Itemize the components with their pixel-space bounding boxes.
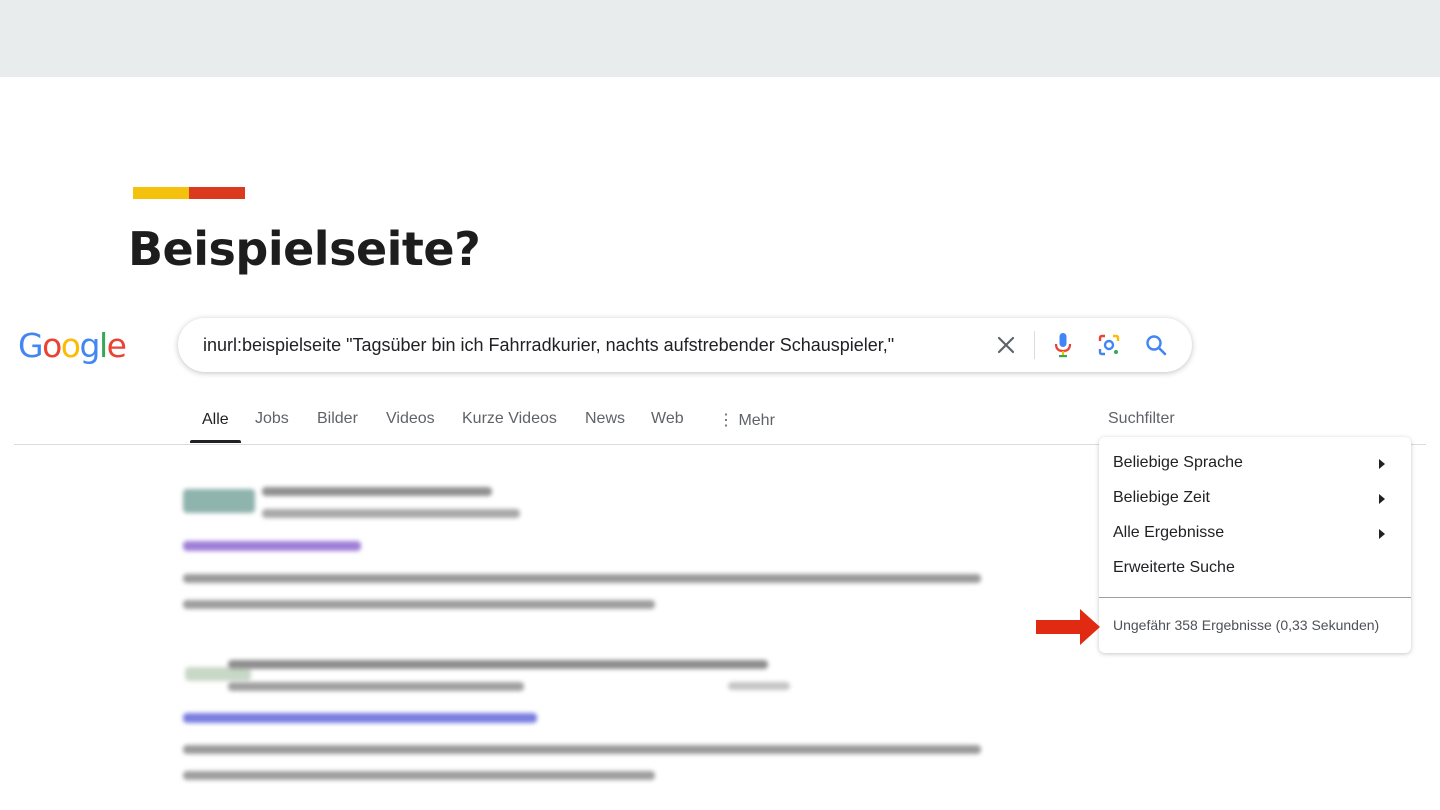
- tab-alle[interactable]: Alle: [202, 411, 229, 429]
- filter-language[interactable]: Beliebige Sprache: [1113, 454, 1243, 472]
- search-divider: [1034, 331, 1035, 359]
- advanced-search-link[interactable]: Erweiterte Suche: [1113, 559, 1235, 577]
- submenu-arrow-icon: [1379, 494, 1385, 504]
- slide-title: Beispielseite?: [128, 222, 481, 276]
- tab-videos[interactable]: Videos: [386, 410, 435, 428]
- tab-bilder[interactable]: Bilder: [317, 410, 358, 428]
- result-favicon: [183, 489, 255, 513]
- logo-letter: G: [18, 326, 44, 365]
- logo-letter: o: [42, 326, 62, 365]
- tab-mehr[interactable]: ⋮ Mehr: [718, 410, 775, 430]
- result-site-name: [262, 487, 492, 496]
- search-box[interactable]: inurl:beispielseite "Tagsüber bin ich Fa…: [178, 318, 1192, 372]
- result-title-link: [183, 713, 537, 723]
- slide-header-band: [0, 0, 1440, 77]
- menu-divider: [1099, 597, 1411, 598]
- result-title-link: [183, 541, 361, 551]
- lens-icon[interactable]: [1096, 332, 1122, 358]
- close-icon[interactable]: [993, 332, 1019, 358]
- result-url: [228, 682, 524, 691]
- result-stats: Ungefähr 358 Ergebnisse (0,33 Sekunden): [1113, 617, 1380, 633]
- submenu-arrow-icon: [1379, 459, 1385, 469]
- result-snippet: [183, 771, 655, 780]
- search-input[interactable]: inurl:beispielseite "Tagsüber bin ich Fa…: [203, 335, 894, 356]
- annotation-arrow-icon: [1036, 609, 1100, 645]
- microphone-icon[interactable]: [1052, 331, 1074, 359]
- logo-letter: l: [98, 326, 108, 365]
- filter-time[interactable]: Beliebige Zeit: [1113, 489, 1210, 507]
- logo-letter: o: [60, 326, 81, 365]
- result-snippet: [183, 745, 981, 754]
- accent-bar-yellow: [133, 187, 189, 199]
- submenu-arrow-icon: [1379, 529, 1385, 539]
- logo-letter: g: [79, 326, 100, 365]
- result-site-name: [228, 660, 768, 669]
- tab-web[interactable]: Web: [651, 410, 684, 428]
- active-tab-indicator: [190, 440, 241, 443]
- filter-results[interactable]: Alle Ergebnisse: [1113, 524, 1224, 542]
- result-meta: [728, 682, 790, 690]
- tab-news[interactable]: News: [585, 410, 625, 428]
- accent-bar-red: [189, 187, 245, 199]
- search-icon[interactable]: [1143, 332, 1169, 358]
- result-snippet: [183, 574, 981, 583]
- tab-kurze-videos[interactable]: Kurze Videos: [462, 410, 557, 428]
- logo-letter: e: [106, 326, 127, 365]
- tools-button[interactable]: Suchfilter: [1108, 410, 1175, 428]
- tab-jobs[interactable]: Jobs: [255, 410, 289, 428]
- result-favicon: [185, 667, 251, 681]
- result-snippet: [183, 600, 655, 609]
- result-url: [262, 509, 520, 518]
- google-logo[interactable]: Google: [18, 326, 127, 365]
- search-tools-menu: Beliebige Sprache Beliebige Zeit Alle Er…: [1099, 437, 1411, 653]
